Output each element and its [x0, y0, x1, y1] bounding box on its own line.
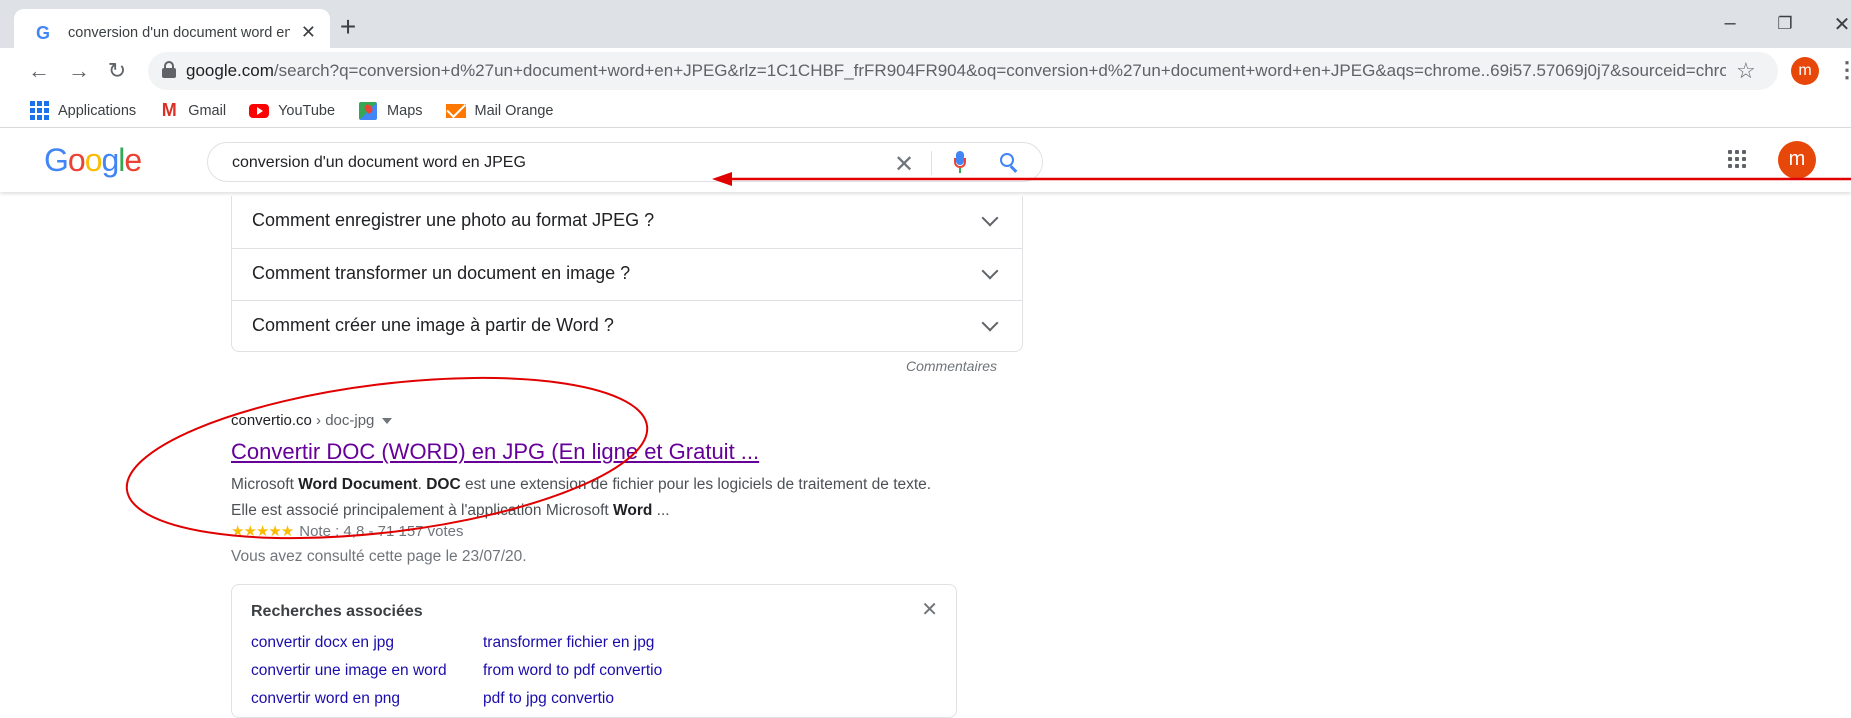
result-cite[interactable]: convertio.co › doc-jpg: [231, 412, 393, 429]
toolbar: ← → ↻ google.com/search?q=conversion+d%2…: [0, 48, 1851, 94]
snippet-bold: DOC: [426, 476, 461, 493]
search-icon[interactable]: [1000, 153, 1020, 173]
logo-letter: G: [44, 142, 69, 178]
search-box[interactable]: conversion d'un document word en JPEG ✕: [207, 142, 1043, 182]
bookmark-youtube[interactable]: YouTube: [248, 102, 335, 120]
youtube-icon: [248, 102, 270, 120]
bookmarks-bar: Applications M Gmail YouTube Maps Mail O…: [0, 94, 1851, 128]
result-rating: ★★★★★ Note : 4,8 - 71 157 votes: [231, 522, 464, 540]
result-title-link[interactable]: Convertir DOC (WORD) en JPG (En ligne et…: [231, 439, 759, 465]
minimize-icon[interactable]: –: [1710, 12, 1750, 35]
profile-avatar[interactable]: m: [1791, 57, 1819, 85]
forward-arrow-icon[interactable]: →: [64, 56, 94, 86]
related-title: Recherches associées: [251, 603, 423, 620]
google-logo[interactable]: Google: [44, 142, 142, 179]
new-tab-button[interactable]: +: [333, 12, 363, 42]
snippet-bold: Word Document: [298, 476, 418, 493]
close-window-icon[interactable]: ✕: [1822, 12, 1851, 37]
google-apps-icon[interactable]: [1728, 150, 1746, 168]
logo-letter: o: [67, 142, 86, 178]
caret-down-icon[interactable]: [382, 418, 393, 425]
tab-title: conversion d'un document word en JPEG - …: [68, 25, 290, 41]
related-link[interactable]: convertir word en png: [251, 690, 400, 708]
reload-icon[interactable]: ↻: [102, 56, 132, 86]
logo-letter: o: [84, 142, 103, 178]
logo-letter: g: [101, 142, 119, 178]
logo-letter: e: [124, 142, 142, 178]
lock-icon[interactable]: [162, 61, 176, 79]
paa-question[interactable]: Comment enregistrer une photo au format …: [232, 196, 1022, 248]
bookmark-label: Applications: [58, 102, 137, 119]
snippet-text: .: [417, 476, 427, 493]
related-searches: Recherches associées ✕ convertir docx en…: [231, 584, 957, 718]
account-avatar[interactable]: m: [1778, 141, 1816, 179]
people-also-ask: Comment enregistrer une photo au format …: [231, 196, 1023, 352]
browser-menu-icon[interactable]: ⋮: [1836, 57, 1851, 83]
cite-path: › doc-jpg: [311, 412, 375, 429]
search-input[interactable]: conversion d'un document word en JPEG: [232, 154, 526, 172]
paa-question-text: Comment enregistrer une photo au format …: [252, 210, 655, 230]
bookmark-maps[interactable]: Maps: [357, 101, 423, 120]
maps-icon: [357, 101, 379, 120]
paa-question[interactable]: Comment créer une image à partir de Word…: [232, 300, 1022, 352]
close-icon[interactable]: ✕: [921, 597, 938, 622]
apps-grid-icon: [28, 101, 50, 120]
bookmark-star-icon[interactable]: ☆: [1736, 58, 1756, 84]
bookmark-label: Mail Orange: [474, 102, 554, 119]
bookmark-label: Maps: [387, 102, 423, 119]
microphone-icon[interactable]: [954, 151, 966, 175]
google-header: Google conversion d'un document word en …: [0, 128, 1851, 192]
bookmark-label: YouTube: [278, 102, 336, 119]
mail-icon: [445, 102, 467, 120]
bookmark-gmail[interactable]: M Gmail: [158, 100, 227, 120]
chevron-down-icon[interactable]: [981, 209, 999, 227]
paa-question-text: Comment transformer un document en image…: [252, 263, 631, 283]
back-arrow-icon[interactable]: ←: [24, 56, 54, 86]
visited-note: Vous avez consulté cette page le 23/07/2…: [231, 548, 527, 565]
address-bar[interactable]: google.com/search?q=conversion+d%27un+do…: [148, 52, 1778, 90]
snippet-text: Microsoft: [231, 476, 299, 493]
chevron-down-icon[interactable]: [981, 262, 999, 280]
related-link[interactable]: transformer fichier en jpg: [483, 634, 654, 652]
rating-stars-icon: ★★★★★: [231, 523, 294, 540]
paa-question-text: Comment créer une image à partir de Word…: [252, 315, 614, 335]
snippet-text: ...: [652, 502, 670, 519]
gmail-icon: M: [161, 100, 177, 120]
snippet-bold: Word: [613, 502, 653, 519]
divider: [931, 151, 932, 175]
paa-question[interactable]: Comment transformer un document en image…: [232, 248, 1022, 300]
bookmark-applications[interactable]: Applications: [28, 101, 137, 120]
related-link[interactable]: convertir une image en word: [251, 662, 447, 680]
clear-search-icon[interactable]: ✕: [894, 150, 914, 179]
related-link[interactable]: convertir docx en jpg: [251, 634, 394, 652]
url-text[interactable]: google.com/search?q=conversion+d%27un+do…: [186, 61, 1726, 81]
result-snippet: Microsoft Word Document. DOC est une ext…: [231, 472, 961, 524]
cite-host: convertio.co: [231, 412, 312, 429]
tab-close-icon[interactable]: ✕: [301, 22, 316, 43]
rating-text: Note : 4,8 - 71 157 votes: [299, 523, 464, 540]
bookmark-label: Gmail: [188, 102, 227, 119]
related-link[interactable]: from word to pdf convertio: [483, 662, 662, 680]
maximize-icon[interactable]: ❐: [1765, 14, 1805, 34]
google-favicon-icon: G: [36, 23, 51, 43]
related-link[interactable]: pdf to jpg convertio: [483, 690, 614, 708]
browser-window: G conversion d'un document word en JPEG …: [0, 0, 1851, 718]
bookmark-mail-orange[interactable]: Mail Orange: [445, 102, 554, 120]
feedback-link[interactable]: Commentaires: [906, 358, 997, 374]
chevron-down-icon[interactable]: [981, 314, 999, 332]
